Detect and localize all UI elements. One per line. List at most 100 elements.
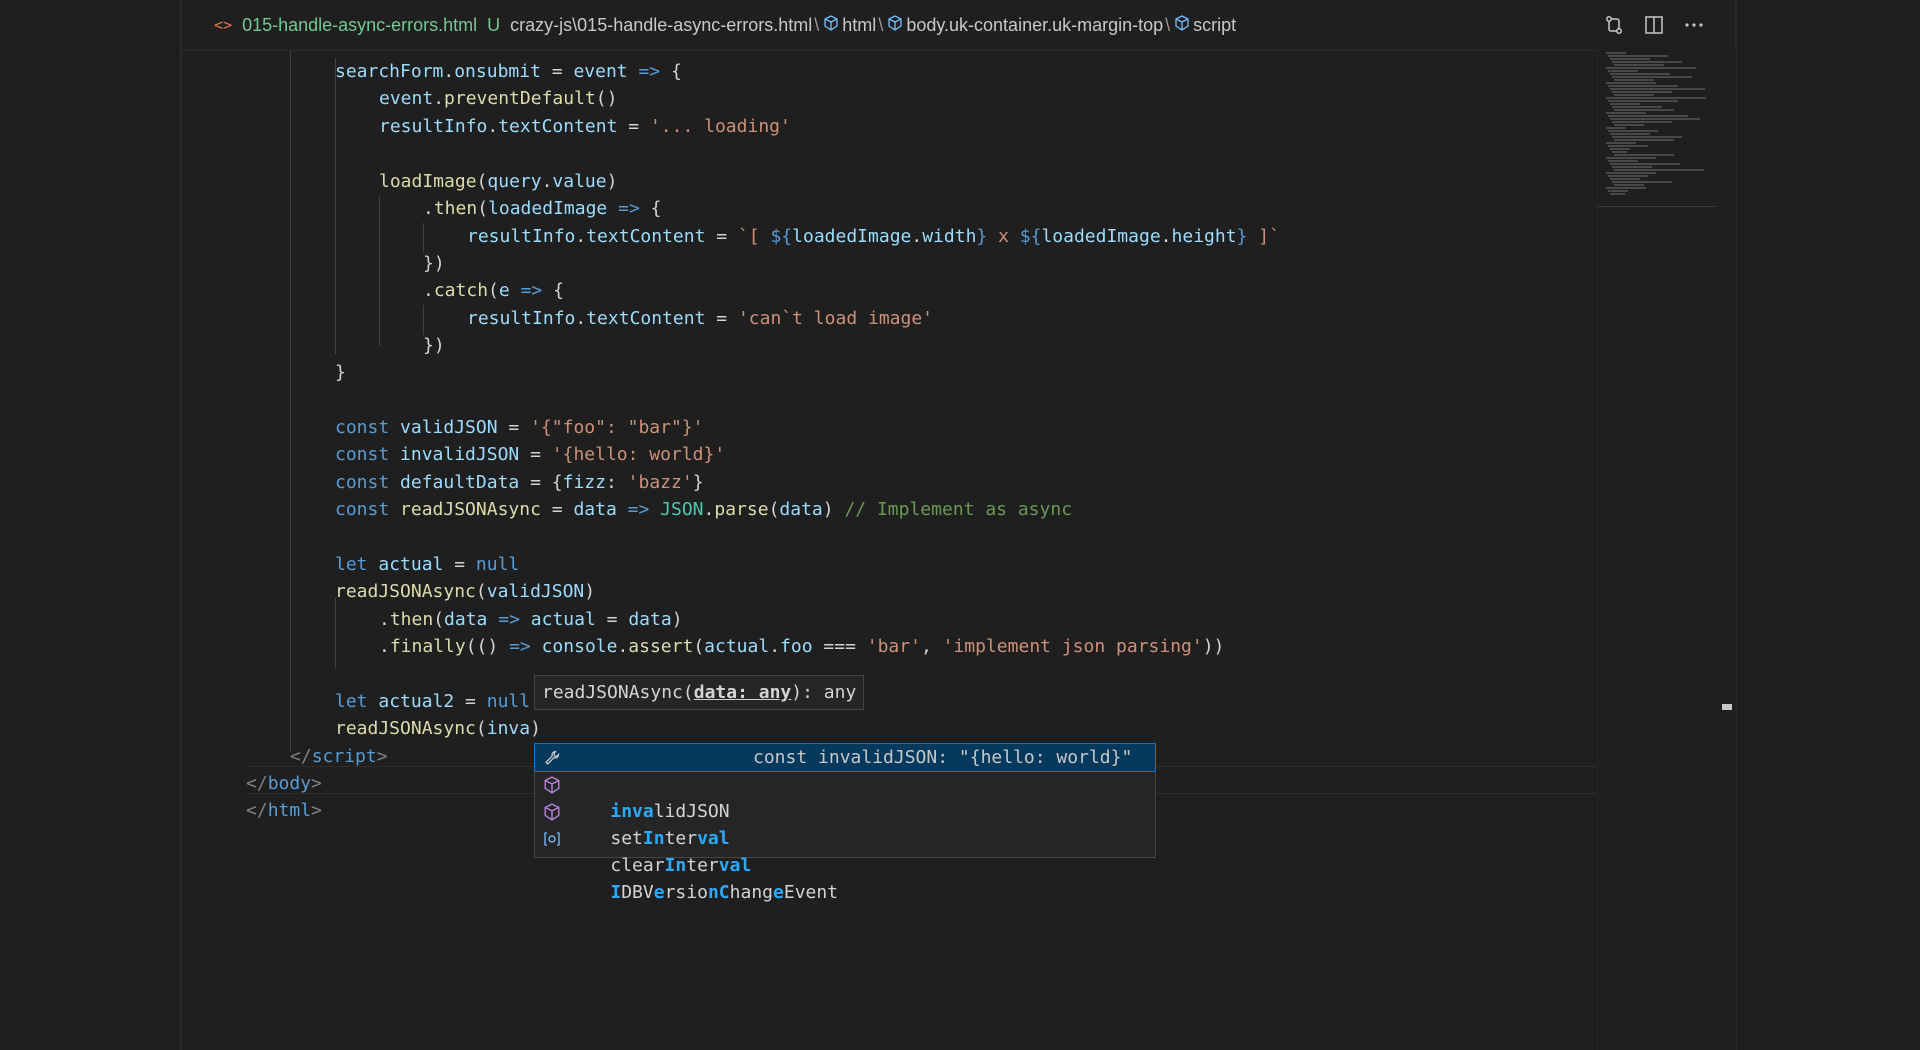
minimap-line — [1608, 70, 1638, 72]
indent-guide — [379, 196, 380, 346]
more-actions-icon[interactable] — [1683, 14, 1705, 36]
breadcrumb-bar: <> 015-handle-async-errors.html U crazy-… — [182, 0, 1735, 51]
code-line: .then(loadedImage => { — [423, 198, 662, 219]
minimap-line — [1612, 151, 1627, 153]
minimap-line — [1608, 190, 1628, 192]
code-line-active[interactable]: readJSONAsync(inva) — [335, 715, 541, 742]
breadcrumb-html[interactable]: html — [842, 15, 876, 36]
minimap-line — [1610, 133, 1650, 135]
code-line: let actual2 = null — [335, 691, 531, 712]
minimap-line — [1610, 103, 1640, 105]
code-line: </body> — [246, 773, 322, 794]
code-line: readJSONAsync(validJSON) — [335, 581, 596, 602]
minimap-line — [1612, 106, 1662, 108]
minimap-line — [1614, 169, 1704, 171]
minimap-line — [1612, 121, 1672, 123]
minimap-line — [1614, 109, 1674, 111]
suggestion-item[interactable]: invalidJSON const invalidJSON: "{hello: … — [534, 743, 1156, 822]
breadcrumb-file[interactable]: 015-handle-async-errors.html — [242, 15, 477, 36]
breadcrumb-path[interactable]: crazy-js\015-handle-async-errors.html — [510, 15, 812, 36]
minimap-line — [1608, 160, 1638, 162]
minimap-line — [1606, 67, 1696, 69]
code-line: } — [335, 362, 346, 383]
suggest-widget[interactable]: invalidJSON const invalidJSON: "{hello: … — [534, 743, 1156, 903]
minimap-line — [1610, 58, 1650, 60]
minimap-line — [1614, 139, 1674, 141]
minimap-line — [1614, 124, 1644, 126]
code-line: resultInfo.textContent = `[ ${loadedImag… — [467, 226, 1280, 247]
code-line: resultInfo.textContent = 'can`t load ima… — [467, 308, 934, 329]
code-line: .catch(e => { — [423, 280, 564, 301]
minimap-line — [1610, 163, 1680, 165]
code-line: const invalidJSON = '{hello: world}' — [335, 444, 726, 465]
code-line: const readJSONAsync = data => JSON.parse… — [335, 499, 1073, 520]
code-line: event.preventDefault() — [379, 88, 618, 109]
indent-guide — [335, 598, 336, 668]
minimap-line — [1608, 100, 1678, 102]
minimap-line — [1608, 130, 1658, 132]
indent-guide — [423, 305, 424, 335]
element-cube-icon — [1174, 14, 1190, 36]
breadcrumb-separator: \ — [814, 14, 820, 35]
minimap-line — [1610, 148, 1630, 150]
minimap[interactable] — [1597, 50, 1736, 1050]
minimap-line — [1612, 91, 1672, 93]
code-line: let actual = null — [335, 554, 520, 575]
suggestion-item[interactable]: setInterval — [535, 771, 1155, 849]
minimap-line — [1606, 187, 1646, 189]
suggestion-label: IDBVersionChangeEvent — [610, 882, 839, 903]
minimap-line — [1606, 127, 1626, 129]
code-line: const validJSON = '{"foo": "bar"}' — [335, 417, 704, 438]
split-editor-icon[interactable] — [1643, 14, 1665, 36]
minimap-line — [1608, 175, 1648, 177]
minimap-line — [1606, 172, 1656, 174]
minimap-line — [1612, 136, 1682, 138]
cube-icon — [541, 798, 563, 825]
code-line: const defaultData = {fizz: 'bazz'} — [335, 472, 704, 493]
minimap-line — [1610, 178, 1640, 180]
editor-actions — [1603, 0, 1705, 50]
indent-guide — [423, 223, 424, 253]
breadcrumb-separator: \ — [1165, 14, 1171, 35]
editor-area[interactable]: <> 015-handle-async-errors.html U crazy-… — [182, 0, 1736, 1050]
element-cube-icon — [887, 14, 903, 36]
open-changes-icon[interactable] — [1603, 14, 1625, 36]
code-line: resultInfo.textContent = '... loading' — [379, 116, 791, 137]
minimap-line — [1612, 61, 1682, 63]
code-line: loadImage(query.value) — [379, 171, 618, 192]
minimap-line — [1608, 55, 1668, 57]
minimap-line — [1606, 112, 1646, 114]
class-icon — [541, 825, 563, 852]
minimap-line — [1610, 193, 1625, 195]
suggestion-item[interactable]: clearInterval — [535, 798, 1155, 876]
left-panel — [0, 0, 180, 1050]
code-line: }) — [423, 253, 445, 274]
wrench-icon — [541, 744, 563, 771]
minimap-line — [1614, 154, 1674, 156]
scrollbar-thumb[interactable] — [1722, 704, 1732, 710]
minimap-line — [1614, 64, 1664, 66]
minimap-line — [1610, 73, 1670, 75]
breadcrumb-script[interactable]: script — [1193, 15, 1236, 36]
minimap-line — [1606, 97, 1706, 99]
suggestion-detail: const invalidJSON: "{hello: world}" — [753, 747, 1133, 768]
code-line: .then(data => actual = data) — [379, 609, 683, 630]
minimap-line — [1612, 166, 1652, 168]
suggestion-item[interactable]: IDBVersionChangeEvent — [535, 825, 1155, 903]
code-line: </script> — [290, 746, 388, 767]
code-area[interactable]: searchForm.onsubmit = event => { event.p… — [182, 50, 1597, 1050]
minimap-line — [1614, 79, 1654, 81]
breadcrumb-body[interactable]: body.uk-container.uk-margin-top — [906, 15, 1163, 36]
minimap-line — [1606, 157, 1656, 159]
git-untracked-badge: U — [487, 14, 501, 35]
minimap-line — [1606, 82, 1656, 84]
breadcrumb-separator: \ — [878, 14, 884, 35]
code-line: }) — [423, 335, 445, 356]
code-line: .finally(() => console.assert(actual.foo… — [379, 636, 1225, 657]
cube-icon — [541, 771, 563, 798]
signature-help: readJSONAsync(data: any): any — [534, 675, 865, 710]
minimap-line — [1610, 118, 1700, 120]
minimap-line — [1610, 88, 1705, 90]
breadcrumb: <> 015-handle-async-errors.html U crazy-… — [214, 0, 1236, 50]
indent-guide — [335, 58, 336, 354]
